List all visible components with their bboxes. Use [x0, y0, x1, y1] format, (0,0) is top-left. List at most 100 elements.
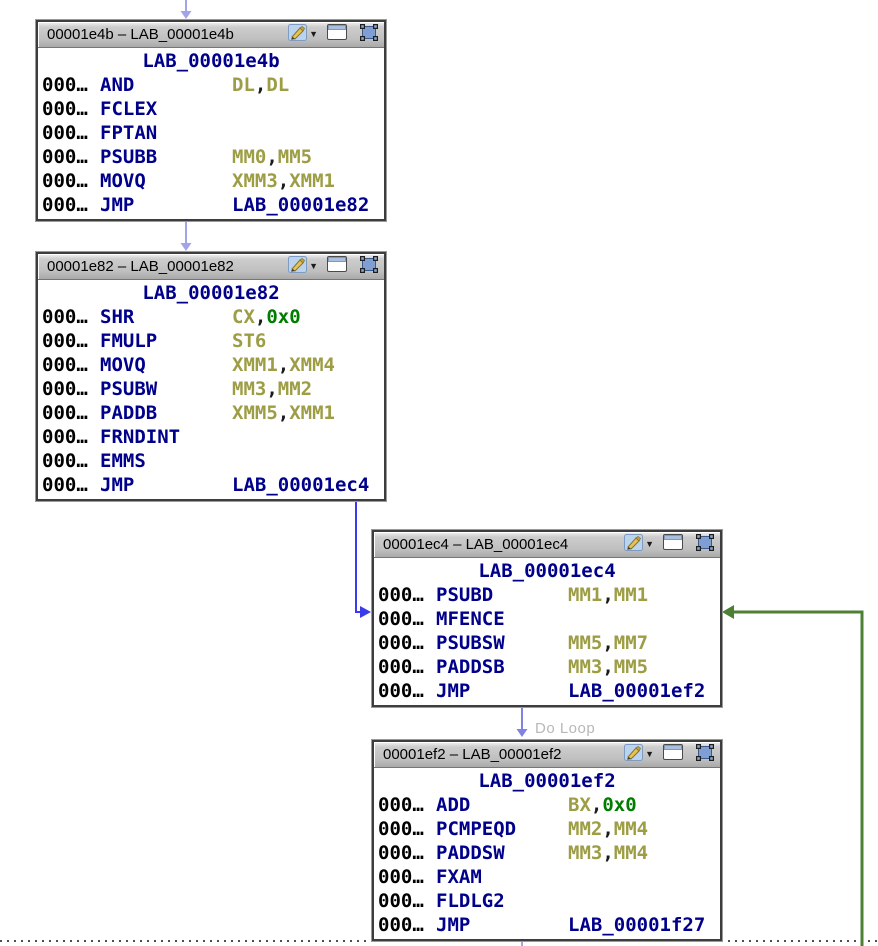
basic-block-00001ec4[interactable]: 00001ec4 – LAB_00001ec4 ▼ — [372, 530, 722, 707]
operand-token-sep: , — [602, 632, 613, 654]
instruction-mnemonic: JMP — [436, 679, 568, 703]
block-label: LAB_00001ec4 — [374, 559, 720, 583]
operand-token-sep: , — [591, 794, 602, 816]
instruction-address: 000… — [378, 583, 436, 607]
instruction-row[interactable]: 000…PADDSBMM3,MM5 — [374, 655, 720, 679]
basic-block-00001e4b[interactable]: 00001e4b – LAB_00001e4b ▼ — [36, 20, 386, 221]
edit-block-color-icon[interactable] — [624, 534, 643, 556]
instruction-row[interactable]: 000…ANDDL,DL — [38, 73, 384, 97]
operand-token-label: LAB_00001e82 — [232, 194, 369, 216]
instruction-row[interactable]: 000…FLDLG2 — [374, 889, 720, 913]
operand-token-reg: MM3 — [568, 656, 602, 678]
instruction-row[interactable]: 000…SHRCX,0x0 — [38, 305, 384, 329]
instruction-address: 000… — [378, 889, 436, 913]
instruction-row[interactable]: 000…PSUBBMM0,MM5 — [38, 145, 384, 169]
function-graph-canvas[interactable]: Do Loop 00001e4b – LAB_00001e4b ▼ — [0, 0, 878, 946]
instruction-row[interactable]: 000…MOVQXMM1,XMM4 — [38, 353, 384, 377]
operand-token-sep: , — [602, 842, 613, 864]
instruction-address: 000… — [378, 631, 436, 655]
instruction-row[interactable]: 000…PSUBSWMM5,MM7 — [374, 631, 720, 655]
block-titlebar[interactable]: 00001e82 – LAB_00001e82 ▼ — [38, 254, 384, 280]
instruction-operands: LAB_00001ec4 — [232, 473, 384, 497]
operand-token-reg: MM5 — [614, 656, 648, 678]
dropdown-caret-icon[interactable]: ▼ — [309, 262, 318, 271]
block-body: LAB_00001e82 000…SHRCX,0x0000…FMULPST600… — [38, 280, 384, 499]
group-blocks-icon[interactable] — [360, 24, 378, 46]
popup-window-icon[interactable] — [327, 24, 347, 45]
operand-token-reg: MM3 — [568, 842, 602, 864]
operand-token-reg: MM4 — [614, 818, 648, 840]
operand-token-reg: MM0 — [232, 146, 266, 168]
operand-token-label: LAB_00001ec4 — [232, 474, 369, 496]
instruction-operands: DL,DL — [232, 73, 384, 97]
instruction-row[interactable]: 000…MOVQXMM3,XMM1 — [38, 169, 384, 193]
instruction-address: 000… — [378, 913, 436, 937]
edit-block-color-icon[interactable] — [288, 24, 307, 46]
operand-token-sep: , — [278, 354, 289, 376]
operand-token-sep: , — [278, 170, 289, 192]
edge-block2-block3-arrowhead — [360, 606, 371, 618]
block-titlebar[interactable]: 00001ef2 – LAB_00001ef2 ▼ — [374, 742, 720, 768]
instruction-row[interactable]: 000…FRNDINT — [38, 425, 384, 449]
block-body: LAB_00001ef2 000…ADDBX,0x0000…PCMPEQDMM2… — [374, 768, 720, 939]
instruction-row[interactable]: 000…PSUBDMM1,MM1 — [374, 583, 720, 607]
instruction-address: 000… — [378, 817, 436, 841]
operand-token-sep: , — [266, 146, 277, 168]
instruction-row[interactable]: 000…MFENCE — [374, 607, 720, 631]
edit-block-color-icon[interactable] — [624, 744, 643, 766]
operand-token-reg: MM4 — [614, 842, 648, 864]
instruction-row[interactable]: 000…JMPLAB_00001e82 — [38, 193, 384, 217]
instruction-mnemonic: AND — [100, 73, 232, 97]
group-blocks-icon[interactable] — [360, 256, 378, 278]
operand-token-reg: MM2 — [278, 378, 312, 400]
operand-token-reg: MM1 — [568, 584, 602, 606]
instruction-row[interactable]: 000…PCMPEQDMM2,MM4 — [374, 817, 720, 841]
edge-block2-block3[interactable] — [356, 496, 361, 612]
instruction-row[interactable]: 000…PADDBXMM5,XMM1 — [38, 401, 384, 425]
instruction-mnemonic: FXAM — [436, 865, 568, 889]
operand-token-reg: ST6 — [232, 330, 266, 352]
instruction-mnemonic: FMULP — [100, 329, 232, 353]
edge-loopback-green[interactable] — [733, 612, 862, 946]
operand-token-reg: MM7 — [614, 632, 648, 654]
popup-window-icon[interactable] — [663, 534, 683, 555]
popup-window-icon[interactable] — [327, 256, 347, 277]
instruction-mnemonic: JMP — [436, 913, 568, 937]
instruction-address: 000… — [378, 841, 436, 865]
block-title: 00001e82 – LAB_00001e82 — [38, 258, 288, 275]
dropdown-caret-icon[interactable]: ▼ — [645, 750, 654, 759]
dropdown-caret-icon[interactable]: ▼ — [309, 30, 318, 39]
block-titlebar[interactable]: 00001ec4 – LAB_00001ec4 ▼ — [374, 532, 720, 558]
instruction-row[interactable]: 000…PSUBWMM3,MM2 — [38, 377, 384, 401]
instruction-row[interactable]: 000…FPTAN — [38, 121, 384, 145]
operand-token-sep: , — [266, 378, 277, 400]
block-titlebar-icons: ▼ — [288, 24, 384, 46]
edit-block-color-icon[interactable] — [288, 256, 307, 278]
dropdown-caret-icon[interactable]: ▼ — [645, 540, 654, 549]
instruction-row[interactable]: 000…FMULPST6 — [38, 329, 384, 353]
instruction-operands: MM1,MM1 — [568, 583, 720, 607]
operand-token-reg: XMM4 — [289, 354, 335, 376]
instruction-row[interactable]: 000…EMMS — [38, 449, 384, 473]
basic-block-00001ef2[interactable]: 00001ef2 – LAB_00001ef2 ▼ — [372, 740, 722, 941]
instruction-row[interactable]: 000…JMPLAB_00001f27 — [374, 913, 720, 937]
group-blocks-icon[interactable] — [696, 534, 714, 556]
instruction-row[interactable]: 000…PADDSWMM3,MM4 — [374, 841, 720, 865]
instruction-mnemonic: PSUBSW — [436, 631, 568, 655]
instruction-row[interactable]: 000…JMPLAB_00001ec4 — [38, 473, 384, 497]
instruction-row[interactable]: 000…FXAM — [374, 865, 720, 889]
instruction-mnemonic: FLDLG2 — [436, 889, 568, 913]
operand-token-reg: XMM5 — [232, 402, 278, 424]
instruction-mnemonic: PADDSB — [436, 655, 568, 679]
instruction-address: 000… — [42, 353, 100, 377]
operand-token-sep: , — [255, 306, 266, 328]
popup-window-icon[interactable] — [663, 744, 683, 765]
instruction-mnemonic: MFENCE — [436, 607, 568, 631]
basic-block-00001e82[interactable]: 00001e82 – LAB_00001e82 ▼ — [36, 252, 386, 501]
block-titlebar[interactable]: 00001e4b – LAB_00001e4b ▼ — [38, 22, 384, 48]
instruction-row[interactable]: 000…JMPLAB_00001ef2 — [374, 679, 720, 703]
group-blocks-icon[interactable] — [696, 744, 714, 766]
edge-block1-block2-arrowhead — [181, 243, 192, 251]
instruction-row[interactable]: 000…ADDBX,0x0 — [374, 793, 720, 817]
instruction-row[interactable]: 000…FCLEX — [38, 97, 384, 121]
